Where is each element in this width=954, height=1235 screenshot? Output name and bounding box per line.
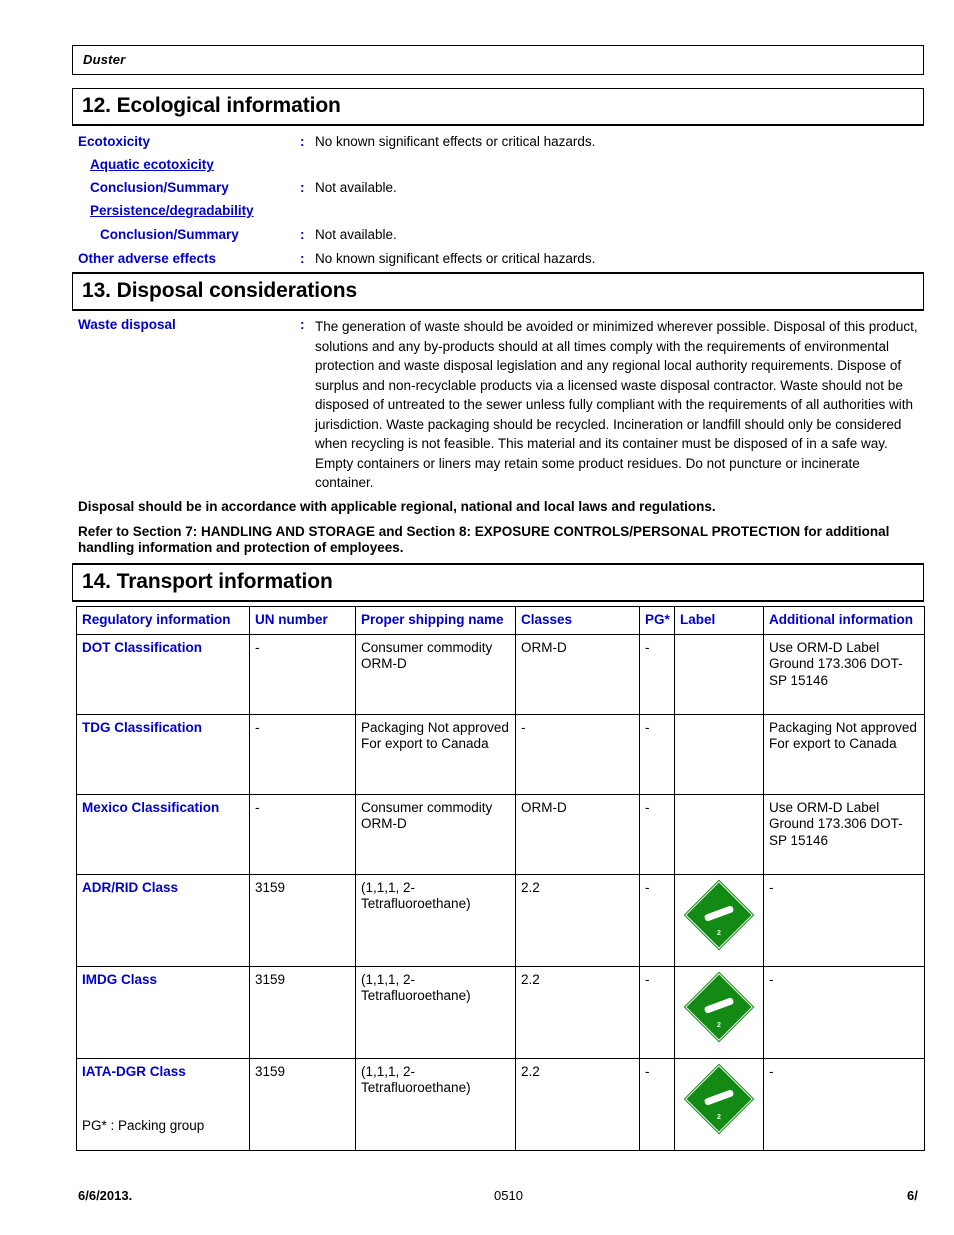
cell-pg: - xyxy=(639,713,675,795)
property-value-ecotoxicity: No known significant effects or critical… xyxy=(315,134,596,149)
table-footnote-packing-group: PG* : Packing group xyxy=(82,1118,205,1133)
table-header-row: Regulatory information UN number Proper … xyxy=(76,606,925,635)
cell-label xyxy=(674,713,764,795)
cell-un-number: 3159 xyxy=(249,965,356,1059)
property-label-waste-disposal: Waste disposal xyxy=(78,317,176,332)
cell-regulatory: IATA-DGR Class xyxy=(76,1057,250,1151)
page-footer: 6/6/2013. 0510 6/ xyxy=(72,1188,954,1208)
table-row: TDG Classification - Packaging Not appro… xyxy=(76,713,925,795)
column-header-label: Label xyxy=(674,606,764,635)
cell-label: 2 xyxy=(674,873,764,967)
column-header-un-number: UN number xyxy=(249,606,356,635)
cell-un-number: - xyxy=(249,713,356,795)
cell-pg: - xyxy=(639,873,675,967)
footer-page-number: 6/ xyxy=(907,1188,918,1203)
property-colon: : xyxy=(300,317,305,332)
cell-additional: - xyxy=(763,873,925,967)
cell-shipping-name: (1,1,1, 2-Tetrafluoroethane) xyxy=(355,1057,516,1151)
footer-date: 6/6/2013. xyxy=(78,1188,133,1203)
property-colon: : xyxy=(300,134,305,149)
section-heading-disposal-considerations: 13. Disposal considerations xyxy=(72,273,924,311)
cell-additional: - xyxy=(763,965,925,1059)
cell-regulatory: Mexico Classification xyxy=(76,793,250,875)
cell-un-number: - xyxy=(249,633,356,715)
cell-additional: Use ORM-D Label Ground 173.306 DOT-SP 15… xyxy=(763,793,925,875)
running-header: Duster xyxy=(72,45,924,75)
property-label-other-adverse-effects: Other adverse effects xyxy=(78,251,217,266)
property-value-other-adverse-effects: No known significant effects or critical… xyxy=(315,251,596,266)
cell-additional: Packaging Not approved For export to Can… xyxy=(763,713,925,795)
cell-classes: ORM-D xyxy=(515,633,640,715)
non-flammable-gas-diamond-icon: 2 xyxy=(683,1063,755,1134)
footer-code: 0510 xyxy=(494,1188,523,1203)
section-heading-transport-information: 14. Transport information xyxy=(72,564,924,602)
property-value-conclusion-summary-aquatic: Not available. xyxy=(315,180,397,195)
table-row: ADR/RID Class 3159 (1,1,1, 2-Tetrafluoro… xyxy=(76,873,925,967)
property-colon: : xyxy=(300,227,305,242)
property-value-conclusion-summary-persistence: Not available. xyxy=(315,227,397,242)
placard-class-number: 2 xyxy=(717,1113,721,1121)
disposal-note-refer-sections: Refer to Section 7: HANDLING AND STORAGE… xyxy=(78,524,890,555)
cell-pg: - xyxy=(639,793,675,875)
cell-regulatory: IMDG Class xyxy=(76,965,250,1059)
table-row: IMDG Class 3159 (1,1,1, 2-Tetrafluoroeth… xyxy=(76,965,925,1059)
cell-label xyxy=(674,633,764,715)
table-row: IATA-DGR Class 3159 (1,1,1, 2-Tetrafluor… xyxy=(76,1057,925,1151)
placard-class-number: 2 xyxy=(717,1021,721,1029)
cell-classes: 2.2 xyxy=(515,873,640,967)
property-colon: : xyxy=(300,251,305,266)
cell-shipping-name: Consumer commodity ORM-D xyxy=(355,633,516,715)
cell-regulatory: DOT Classification xyxy=(76,633,250,715)
cell-pg: - xyxy=(639,633,675,715)
cell-shipping-name: (1,1,1, 2-Tetrafluoroethane) xyxy=(355,873,516,967)
non-flammable-gas-diamond-icon: 2 xyxy=(683,971,755,1042)
cell-pg: - xyxy=(639,965,675,1059)
section-heading-ecological-information: 12. Ecological information xyxy=(72,88,924,126)
cell-un-number: 3159 xyxy=(249,873,356,967)
cell-additional: Use ORM-D Label Ground 173.306 DOT-SP 15… xyxy=(763,633,925,715)
disposal-note-laws: Disposal should be in accordance with ap… xyxy=(78,499,716,514)
cell-label: 2 xyxy=(674,965,764,1059)
column-header-pg: PG* xyxy=(639,606,675,635)
cell-shipping-name: Packaging Not approved For export to Can… xyxy=(355,713,516,795)
cell-shipping-name: (1,1,1, 2-Tetrafluoroethane) xyxy=(355,965,516,1059)
column-header-proper-shipping-name: Proper shipping name xyxy=(355,606,516,635)
cell-regulatory: TDG Classification xyxy=(76,713,250,795)
section-title-13: 13. Disposal considerations xyxy=(82,279,358,302)
cell-label xyxy=(674,793,764,875)
sds-page: Duster 12. Ecological information Ecotox… xyxy=(72,0,926,1235)
non-flammable-gas-diamond-icon: 2 xyxy=(683,879,755,950)
product-name: Duster xyxy=(83,52,126,67)
cell-classes: ORM-D xyxy=(515,793,640,875)
cell-label: 2 xyxy=(674,1057,764,1151)
property-colon: : xyxy=(300,180,305,195)
cell-un-number: - xyxy=(249,793,356,875)
property-label-conclusion-summary-aquatic: Conclusion/Summary xyxy=(90,180,229,195)
column-header-additional-information: Additional information xyxy=(763,606,925,635)
cell-regulatory: ADR/RID Class xyxy=(76,873,250,967)
property-value-waste-disposal: The generation of waste should be avoide… xyxy=(315,319,918,490)
column-header-classes: Classes xyxy=(515,606,640,635)
placard-class-number: 2 xyxy=(717,929,721,937)
property-label-persistence-degradability: Persistence/degradability xyxy=(90,203,254,218)
property-label-ecotoxicity: Ecotoxicity xyxy=(78,134,151,149)
section-title-14: 14. Transport information xyxy=(82,570,333,593)
table-row: Mexico Classification - Consumer commodi… xyxy=(76,793,925,875)
cell-shipping-name: Consumer commodity ORM-D xyxy=(355,793,516,875)
cell-additional: - xyxy=(763,1057,925,1151)
cell-classes: 2.2 xyxy=(515,965,640,1059)
cell-classes: - xyxy=(515,713,640,795)
property-label-conclusion-summary-persistence: Conclusion/Summary xyxy=(100,227,239,242)
transport-information-table: Regulatory information UN number Proper … xyxy=(76,606,925,1151)
cell-classes: 2.2 xyxy=(515,1057,640,1151)
cell-pg: - xyxy=(639,1057,675,1151)
property-label-aquatic-ecotoxicity: Aquatic ecotoxicity xyxy=(90,157,214,172)
table-row: DOT Classification - Consumer commodity … xyxy=(76,633,925,715)
section-title-12: 12. Ecological information xyxy=(82,94,341,117)
cell-un-number: 3159 xyxy=(249,1057,356,1151)
column-header-regulatory-information: Regulatory information xyxy=(76,606,250,635)
